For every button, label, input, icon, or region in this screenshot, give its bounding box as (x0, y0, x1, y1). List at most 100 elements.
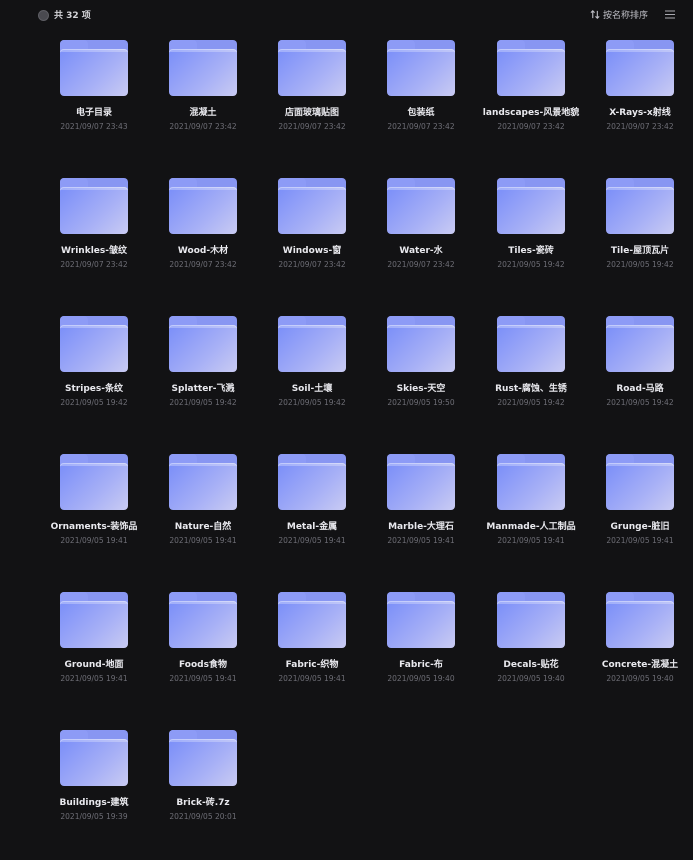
folder-item[interactable]: Fabric-织物 2021/09/05 19:41 (262, 592, 362, 722)
folder-name: Foods食物 (179, 660, 227, 670)
folder-date: 2021/09/05 19:42 (497, 260, 565, 269)
folder-name: Road-马路 (616, 384, 664, 394)
folder-name: landscapes-风景地貌 (482, 108, 580, 118)
folder-icon (497, 40, 565, 96)
folder-name: Grunge-脏旧 (610, 522, 670, 532)
folder-item[interactable]: Nature-自然 2021/09/05 19:41 (153, 454, 253, 584)
folder-name: Tile-屋顶瓦片 (610, 246, 670, 256)
folder-name: 混凝土 (189, 108, 217, 118)
folder-item[interactable]: Ornaments-装饰品 2021/09/05 19:41 (44, 454, 144, 584)
folder-date: 2021/09/05 19:41 (60, 536, 128, 545)
folder-name: Buildings-建筑 (59, 798, 129, 808)
folder-item[interactable]: Tile-屋顶瓦片 2021/09/05 19:42 (590, 178, 690, 308)
folder-item[interactable]: Brick-砖.7z 2021/09/05 20:01 (153, 730, 253, 860)
folder-item[interactable]: Road-马路 2021/09/05 19:42 (590, 316, 690, 446)
folder-item[interactable]: Tiles-瓷砖 2021/09/05 19:42 (481, 178, 581, 308)
folder-icon (278, 178, 346, 234)
folder-date: 2021/09/05 19:50 (387, 398, 455, 407)
folder-name: 店面玻璃贴图 (284, 108, 339, 118)
folder-date: 2021/09/05 19:42 (606, 260, 674, 269)
folder-item[interactable]: Manmade-人工制品 2021/09/05 19:41 (481, 454, 581, 584)
folder-name: Soil-土壤 (291, 384, 333, 394)
folder-icon (278, 592, 346, 648)
folder-icon (497, 592, 565, 648)
folder-date: 2021/09/05 19:40 (387, 674, 455, 683)
folder-name: Nature-自然 (174, 522, 232, 532)
folder-date: 2021/09/05 19:41 (169, 536, 237, 545)
folder-name: Windows-窗 (282, 246, 342, 256)
folder-date: 2021/09/07 23:42 (497, 122, 565, 131)
folder-date: 2021/09/07 23:42 (278, 260, 346, 269)
folder-date: 2021/09/05 19:41 (278, 674, 346, 683)
folder-icon (606, 178, 674, 234)
folder-icon (606, 454, 674, 510)
folder-item[interactable]: Foods食物 2021/09/05 19:41 (153, 592, 253, 722)
folder-date: 2021/09/05 19:41 (497, 536, 565, 545)
folder-icon (278, 40, 346, 96)
folder-icon (497, 454, 565, 510)
folder-date: 2021/09/05 19:42 (606, 398, 674, 407)
folder-icon (497, 316, 565, 372)
folder-name: Brick-砖.7z (176, 798, 230, 808)
folder-name: Fabric-织物 (285, 660, 339, 670)
folder-date: 2021/09/05 19:40 (497, 674, 565, 683)
folder-item[interactable]: Fabric-布 2021/09/05 19:40 (371, 592, 471, 722)
folder-item[interactable]: Rust-腐蚀、生锈 2021/09/05 19:42 (481, 316, 581, 446)
folder-icon (606, 592, 674, 648)
folder-name: Concrete-混凝土 (601, 660, 679, 670)
folder-item[interactable]: Ground-地面 2021/09/05 19:41 (44, 592, 144, 722)
folder-item[interactable]: Buildings-建筑 2021/09/05 19:39 (44, 730, 144, 860)
folder-name: Skies-天空 (396, 384, 446, 394)
folder-item[interactable]: Stripes-条纹 2021/09/05 19:42 (44, 316, 144, 446)
folder-date: 2021/09/07 23:42 (278, 122, 346, 131)
folder-date: 2021/09/07 23:42 (387, 122, 455, 131)
folder-item[interactable]: X-Rays-x射线 2021/09/07 23:42 (590, 40, 690, 170)
folder-item[interactable]: Splatter-飞溅 2021/09/05 19:42 (153, 316, 253, 446)
folder-name: Fabric-布 (399, 660, 443, 670)
folder-date: 2021/09/05 19:41 (278, 536, 346, 545)
folder-item[interactable]: landscapes-风景地貌 2021/09/07 23:42 (481, 40, 581, 170)
folder-item[interactable]: Grunge-脏旧 2021/09/05 19:41 (590, 454, 690, 584)
folder-item[interactable]: Skies-天空 2021/09/05 19:50 (371, 316, 471, 446)
folder-icon (169, 178, 237, 234)
folder-date: 2021/09/05 19:41 (606, 536, 674, 545)
folder-icon (60, 730, 128, 786)
folder-date: 2021/09/05 19:39 (60, 812, 128, 821)
folder-item[interactable]: 电子目录 2021/09/07 23:43 (44, 40, 144, 170)
folder-item[interactable]: Soil-土壤 2021/09/05 19:42 (262, 316, 362, 446)
folder-grid: 电子目录 2021/09/07 23:43 混凝土 2021/09/07 23:42 店… (0, 0, 693, 826)
folder-item[interactable]: Decals-贴花 2021/09/05 19:40 (481, 592, 581, 722)
folder-item[interactable]: Water-水 2021/09/07 23:42 (371, 178, 471, 308)
folder-item[interactable]: Wrinkles-皱纹 2021/09/07 23:42 (44, 178, 144, 308)
folder-date: 2021/09/05 19:41 (60, 674, 128, 683)
folder-icon (169, 316, 237, 372)
folder-item[interactable]: 店面玻璃贴图 2021/09/07 23:42 (262, 40, 362, 170)
folder-icon (169, 592, 237, 648)
folder-name: Water-水 (399, 246, 443, 256)
folder-date: 2021/09/07 23:42 (169, 260, 237, 269)
folder-date: 2021/09/07 23:42 (387, 260, 455, 269)
folder-name: 包装纸 (407, 108, 435, 118)
folder-item[interactable]: Concrete-混凝土 2021/09/05 19:40 (590, 592, 690, 722)
folder-date: 2021/09/05 19:41 (387, 536, 455, 545)
folder-date: 2021/09/07 23:42 (606, 122, 674, 131)
folder-item[interactable]: Metal-金属 2021/09/05 19:41 (262, 454, 362, 584)
folder-icon (387, 454, 455, 510)
folder-item[interactable]: Windows-窗 2021/09/07 23:42 (262, 178, 362, 308)
folder-item[interactable]: Marble-大理石 2021/09/05 19:41 (371, 454, 471, 584)
folder-icon (387, 178, 455, 234)
folder-item[interactable]: 混凝土 2021/09/07 23:42 (153, 40, 253, 170)
folder-icon (169, 454, 237, 510)
folder-icon (169, 730, 237, 786)
folder-name: Tiles-瓷砖 (508, 246, 554, 256)
folder-item[interactable]: Wood-木材 2021/09/07 23:42 (153, 178, 253, 308)
folder-name: Metal-金属 (286, 522, 338, 532)
folder-date: 2021/09/05 19:42 (169, 398, 237, 407)
folder-name: Stripes-条纹 (65, 384, 123, 394)
folder-icon (60, 316, 128, 372)
folder-name: 电子目录 (75, 108, 112, 118)
folder-name: Rust-腐蚀、生锈 (495, 384, 567, 394)
folder-item[interactable]: 包装纸 2021/09/07 23:42 (371, 40, 471, 170)
folder-date: 2021/09/05 19:42 (278, 398, 346, 407)
folder-date: 2021/09/07 23:42 (169, 122, 237, 131)
